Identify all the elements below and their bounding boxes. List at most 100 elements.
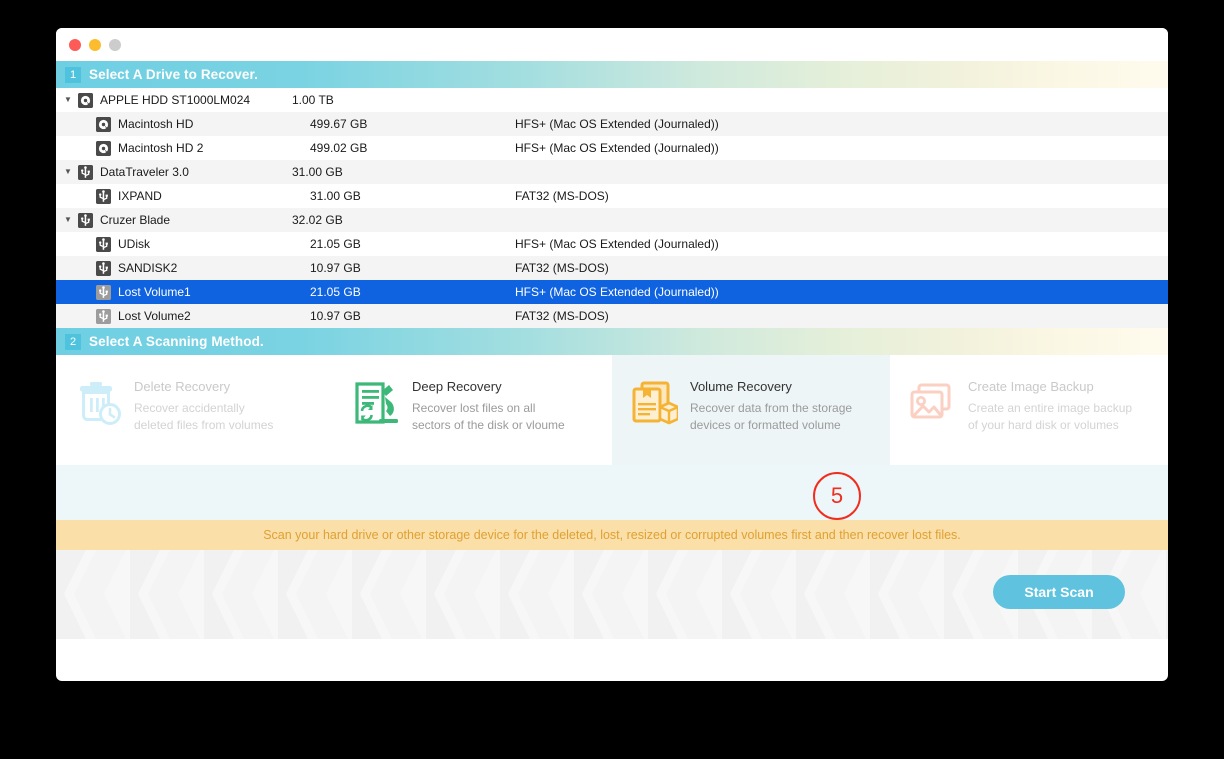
drive-filesystem-cell: FAT32 (MS-DOS) (515, 261, 609, 275)
drive-label: Lost Volume2 (118, 309, 191, 323)
drive-label: UDisk (118, 237, 150, 251)
method-card[interactable]: Create Image Backup Create an entire imag… (890, 355, 1168, 465)
notice-text: Scan your hard drive or other storage de… (263, 528, 961, 542)
footer: Start Scan (56, 550, 1168, 639)
drive-row[interactable]: ▼Macintosh HD499.67 GB HFS+ (Mac OS Exten… (56, 112, 1168, 136)
drive-label: Cruzer Blade (100, 213, 171, 227)
drive-row[interactable]: ▼Lost Volume210.97 GB FAT32 (MS-DOS) (56, 304, 1168, 328)
step2-header: 2 Select A Scanning Method. (56, 328, 1168, 355)
drive-row[interactable]: ▼UDisk21.05 GB HFS+ (Mac OS Extended (Jou… (56, 232, 1168, 256)
method-description-line1: Recover lost files on all (412, 401, 536, 415)
method-card[interactable]: Delete Recovery Recover accidentally delet… (56, 355, 334, 465)
usb-drive-icon (96, 236, 111, 252)
step1-badge: 1 (65, 66, 81, 83)
method-text: Deep Recovery Recover lost files on all se… (412, 377, 565, 434)
drive-size-cell: 32.02 GB (292, 213, 343, 227)
drive-name-cell: ▼Macintosh HD (74, 116, 310, 132)
method-card[interactable]: Deep Recovery Recover lost files on all se… (334, 355, 612, 465)
drive-name-cell: ▼IXPAND (74, 188, 310, 204)
hard-disk-icon (96, 116, 111, 132)
photo-stack-icon (908, 379, 956, 427)
drive-filesystem-cell: FAT32 (MS-DOS) (515, 189, 609, 203)
drive-row[interactable]: ▼Lost Volume121.05 GB HFS+ (Mac OS Extend… (56, 280, 1168, 304)
drive-list[interactable]: ▼APPLE HDD ST1000LM0241.00 TB▼Macintosh … (56, 88, 1168, 328)
drive-label: DataTraveler 3.0 (100, 165, 189, 179)
drive-size-cell: 1.00 TB (292, 93, 334, 107)
methods-spacer (56, 465, 1168, 520)
method-description-line2: devices or formatted volume (690, 418, 841, 432)
drive-row[interactable]: ▼ Cruzer Blade 32.02 GB (56, 208, 1168, 232)
drive-row[interactable]: ▼ APPLE HDD ST1000LM024 1.00 TB (56, 88, 1168, 112)
drive-size-cell: 499.67 GB (310, 117, 368, 131)
drive-row[interactable]: ▼Macintosh HD 2499.02 GB HFS+ (Mac OS Ext… (56, 136, 1168, 160)
method-description-line2: sectors of the disk or vloume (412, 418, 565, 432)
step1-header: 1 Select A Drive to Recover. (56, 61, 1168, 88)
method-title: Deep Recovery (412, 379, 502, 394)
method-card[interactable]: Volume Recovery Recover data from the sto… (612, 355, 890, 465)
drive-name-cell: ▼ DataTraveler 3.0 (56, 164, 292, 180)
drive-filesystem-cell: FAT32 (MS-DOS) (515, 309, 609, 323)
drive-name-cell: ▼ APPLE HDD ST1000LM024 (56, 92, 292, 108)
disclosure-triangle-icon[interactable]: ▼ (64, 216, 78, 224)
notice-bar: Scan your hard drive or other storage de… (56, 520, 1168, 550)
usb-drive-icon (96, 308, 111, 324)
method-title: Delete Recovery (134, 379, 231, 394)
drive-label: Lost Volume1 (118, 285, 191, 299)
hard-disk-icon (78, 92, 93, 108)
scanning-methods[interactable]: Delete Recovery Recover accidentally delet… (56, 355, 1168, 465)
annotation-number: 5 (830, 483, 844, 508)
disclosure-triangle-icon[interactable]: ▼ (64, 96, 78, 104)
method-description-line1: Recover data from the storage (690, 401, 853, 415)
method-description-line1: Create an entire image backup (968, 401, 1133, 415)
hard-disk-icon (96, 140, 111, 156)
drive-name-cell: ▼Lost Volume1 (74, 284, 310, 300)
method-title: Create Image Backup (968, 379, 1094, 394)
method-title: Volume Recovery (690, 379, 792, 394)
drive-name-cell: ▼UDisk (74, 236, 310, 252)
disclosure-triangle-icon[interactable]: ▼ (64, 168, 78, 176)
method-description-line2: of your hard disk or volumes (968, 418, 1119, 432)
step2-title: Select A Scanning Method. (89, 334, 264, 349)
usb-drive-icon (78, 164, 93, 180)
usb-drive-icon (78, 212, 93, 228)
usb-drive-icon (96, 284, 111, 300)
start-scan-button[interactable]: Start Scan (993, 575, 1125, 609)
drive-label: APPLE HDD ST1000LM024 (100, 93, 251, 107)
drive-size-cell: 31.00 GB (310, 189, 361, 203)
drive-row[interactable]: ▼SANDISK210.97 GB FAT32 (MS-DOS) (56, 256, 1168, 280)
zoom-button (109, 38, 121, 51)
drive-filesystem-cell: HFS+ (Mac OS Extended (Journaled)) (515, 237, 719, 251)
drive-filesystem-cell: HFS+ (Mac OS Extended (Journaled)) (515, 285, 719, 299)
method-description-line1: Recover accidentally (134, 401, 245, 415)
drive-name-cell: ▼ Cruzer Blade (56, 212, 292, 228)
document-box-icon (630, 379, 678, 427)
drive-row[interactable]: ▼ DataTraveler 3.0 31.00 GB (56, 160, 1168, 184)
drive-name-cell: ▼Macintosh HD 2 (74, 140, 310, 156)
drive-filesystem-cell: HFS+ (Mac OS Extended (Journaled)) (515, 141, 719, 155)
document-microscope-icon (352, 379, 400, 427)
drive-size-cell: 31.00 GB (292, 165, 343, 179)
titlebar (56, 28, 1168, 61)
minimize-button[interactable] (89, 38, 101, 51)
drive-label: IXPAND (118, 189, 162, 203)
drive-size-cell: 10.97 GB (310, 309, 361, 323)
method-description-line2: deleted files from volumes (134, 418, 274, 432)
drive-label: Macintosh HD 2 (118, 141, 204, 155)
step1-title: Select A Drive to Recover. (89, 67, 258, 82)
method-text: Delete Recovery Recover accidentally delet… (134, 377, 273, 434)
drive-name-cell: ▼SANDISK2 (74, 260, 310, 276)
drive-size-cell: 21.05 GB (310, 237, 361, 251)
step2-badge: 2 (65, 333, 81, 350)
app-window: 1 Select A Drive to Recover. ▼ APPLE HDD … (56, 28, 1168, 681)
annotation-marker-5: 5 (813, 472, 861, 520)
usb-drive-icon (96, 188, 111, 204)
drive-name-cell: ▼Lost Volume2 (74, 308, 310, 324)
drive-row[interactable]: ▼IXPAND31.00 GB FAT32 (MS-DOS) (56, 184, 1168, 208)
drive-size-cell: 21.05 GB (310, 285, 361, 299)
method-text: Volume Recovery Recover data from the sto… (690, 377, 852, 434)
trash-clock-icon (74, 379, 122, 427)
drive-filesystem-cell: HFS+ (Mac OS Extended (Journaled)) (515, 117, 719, 131)
close-button[interactable] (69, 38, 81, 51)
method-text: Create Image Backup Create an entire imag… (968, 377, 1132, 434)
usb-drive-icon (96, 260, 111, 276)
